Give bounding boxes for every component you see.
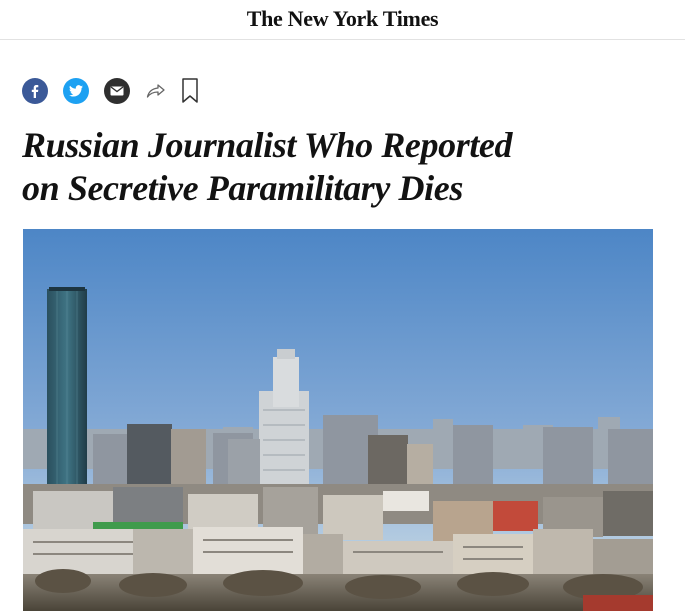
share-toolbar bbox=[22, 77, 213, 105]
twitter-icon bbox=[69, 85, 83, 97]
share-more-button[interactable] bbox=[145, 82, 167, 100]
share-arrow-icon bbox=[146, 84, 165, 98]
headline-line-1: Russian Journalist Who Reported bbox=[22, 125, 513, 165]
article-lead-photo bbox=[23, 229, 653, 611]
facebook-icon bbox=[31, 85, 39, 98]
email-share-button[interactable] bbox=[104, 78, 130, 104]
save-article-button[interactable] bbox=[181, 78, 199, 104]
nyt-logo[interactable]: The New York Times bbox=[247, 6, 439, 32]
headline-line-2: on Secretive Paramilitary Dies bbox=[22, 168, 463, 208]
twitter-share-button[interactable] bbox=[63, 78, 89, 104]
email-icon bbox=[110, 86, 124, 96]
facebook-share-button[interactable] bbox=[22, 78, 48, 104]
article-headline: Russian Journalist Who Reported on Secre… bbox=[22, 124, 582, 210]
masthead: The New York Times bbox=[0, 0, 685, 40]
city-skyline-image bbox=[23, 229, 653, 611]
bookmark-icon bbox=[182, 78, 198, 103]
